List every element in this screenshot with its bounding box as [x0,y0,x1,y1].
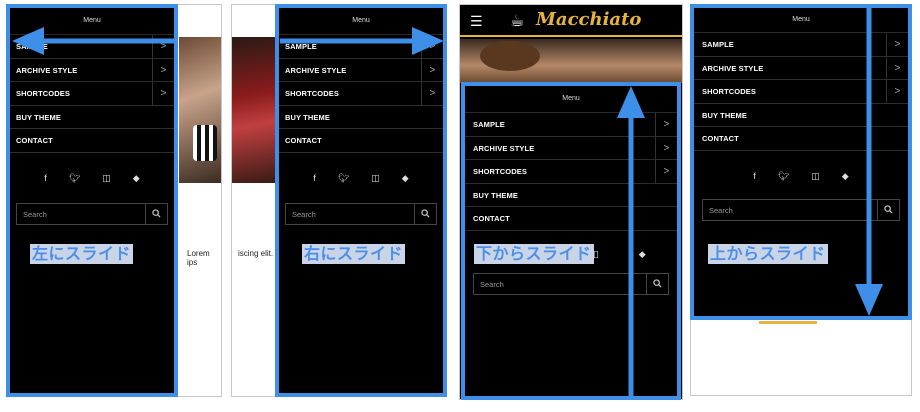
chevron-right-icon[interactable]: > [655,136,677,159]
menu-item-archive-style[interactable]: ARCHIVE STYLE > [279,58,443,82]
arrow-up-icon [617,86,645,396]
site-header: ☰ ☕ Macchiato [460,5,682,37]
facebook-icon[interactable]: f [313,171,316,185]
slide-menu-right: Menu SAMPLE > ARCHIVE STYLE > SHORTCODES > … [275,4,447,397]
chevron-right-icon[interactable]: > [421,58,443,81]
facebook-icon[interactable]: f [44,171,47,185]
feedly-icon[interactable]: ◆ [842,169,849,183]
menu-item-shortcodes[interactable]: SHORTCODES > [10,82,174,106]
social-links: f 🐦︎ ◫ ◆ [279,171,443,185]
menu-item-shortcodes[interactable]: SHORTCODES > [279,82,443,106]
facebook-icon[interactable]: f [753,169,756,183]
chevron-right-icon[interactable]: > [886,80,908,103]
instagram-icon[interactable]: ◫ [102,171,111,185]
menu-item-contact[interactable]: CONTACT [10,129,174,153]
food-image [179,37,221,183]
slide-menu-left: Menu SAMPLE> ARCHIVE STYLE> SHORTCODES> … [6,4,178,397]
instagram-icon[interactable]: ◫ [371,171,380,185]
lorem-text: Lorem ips [187,249,210,267]
label-right-slide: 右にスライド [302,244,406,264]
menu-item-buy-theme[interactable]: BUY THEME [10,106,174,129]
arrow-right-icon [280,27,444,55]
menu-item-archive-style[interactable]: ARCHIVE STYLE > [10,58,174,82]
hamburger-icon[interactable]: ☰ [189,15,202,29]
label-top-slide: 上からスライド [708,244,828,264]
search-icon[interactable] [145,203,167,224]
chevron-right-icon[interactable]: > [655,113,677,136]
feedly-icon[interactable]: ◆ [402,171,409,185]
slide-menu-bottom: Menu SAMPLE > ARCHIVE STYLE > SHORTCODES > … [461,82,681,400]
coffee-cup-icon: ☕ [510,13,525,30]
chevron-right-icon[interactable]: > [152,58,174,81]
food-image [232,37,276,183]
search-box [285,202,437,225]
menu-item-buy-theme[interactable]: BUY THEME [279,106,443,129]
menu-item-contact[interactable]: CONTACT [279,129,443,153]
social-links: f 🐦︎ ◫ ◆ [10,171,174,185]
lorem-text: iscing elit. [238,249,274,258]
hamburger-icon[interactable]: ☰ [470,14,483,28]
search-box [16,202,168,225]
instagram-icon[interactable]: ◫ [811,169,820,183]
arrow-down-icon [855,8,883,316]
chevron-right-icon[interactable]: > [655,160,677,183]
chevron-right-icon[interactable]: > [886,56,908,79]
label-left-slide: 左にスライド [30,244,134,264]
chevron-right-icon[interactable]: > [152,82,174,105]
label-bottom-slide: 下からスライド [474,244,594,264]
hamburger-icon[interactable]: ☰ [256,15,269,29]
chevron-right-icon[interactable]: > [421,82,443,105]
twitter-icon[interactable]: 🐦︎ [778,169,789,183]
search-icon[interactable] [646,273,668,294]
hero-image [460,39,682,83]
gold-rule [759,321,817,324]
arrow-left-icon [12,27,176,55]
site-logo[interactable]: Macchiato [536,9,641,30]
twitter-icon[interactable]: 🐦︎ [69,171,80,185]
twitter-icon[interactable]: 🐦︎ [338,171,349,185]
chevron-right-icon[interactable]: > [886,33,908,56]
feedly-icon[interactable]: ◆ [133,171,140,185]
search-icon[interactable] [414,203,436,224]
